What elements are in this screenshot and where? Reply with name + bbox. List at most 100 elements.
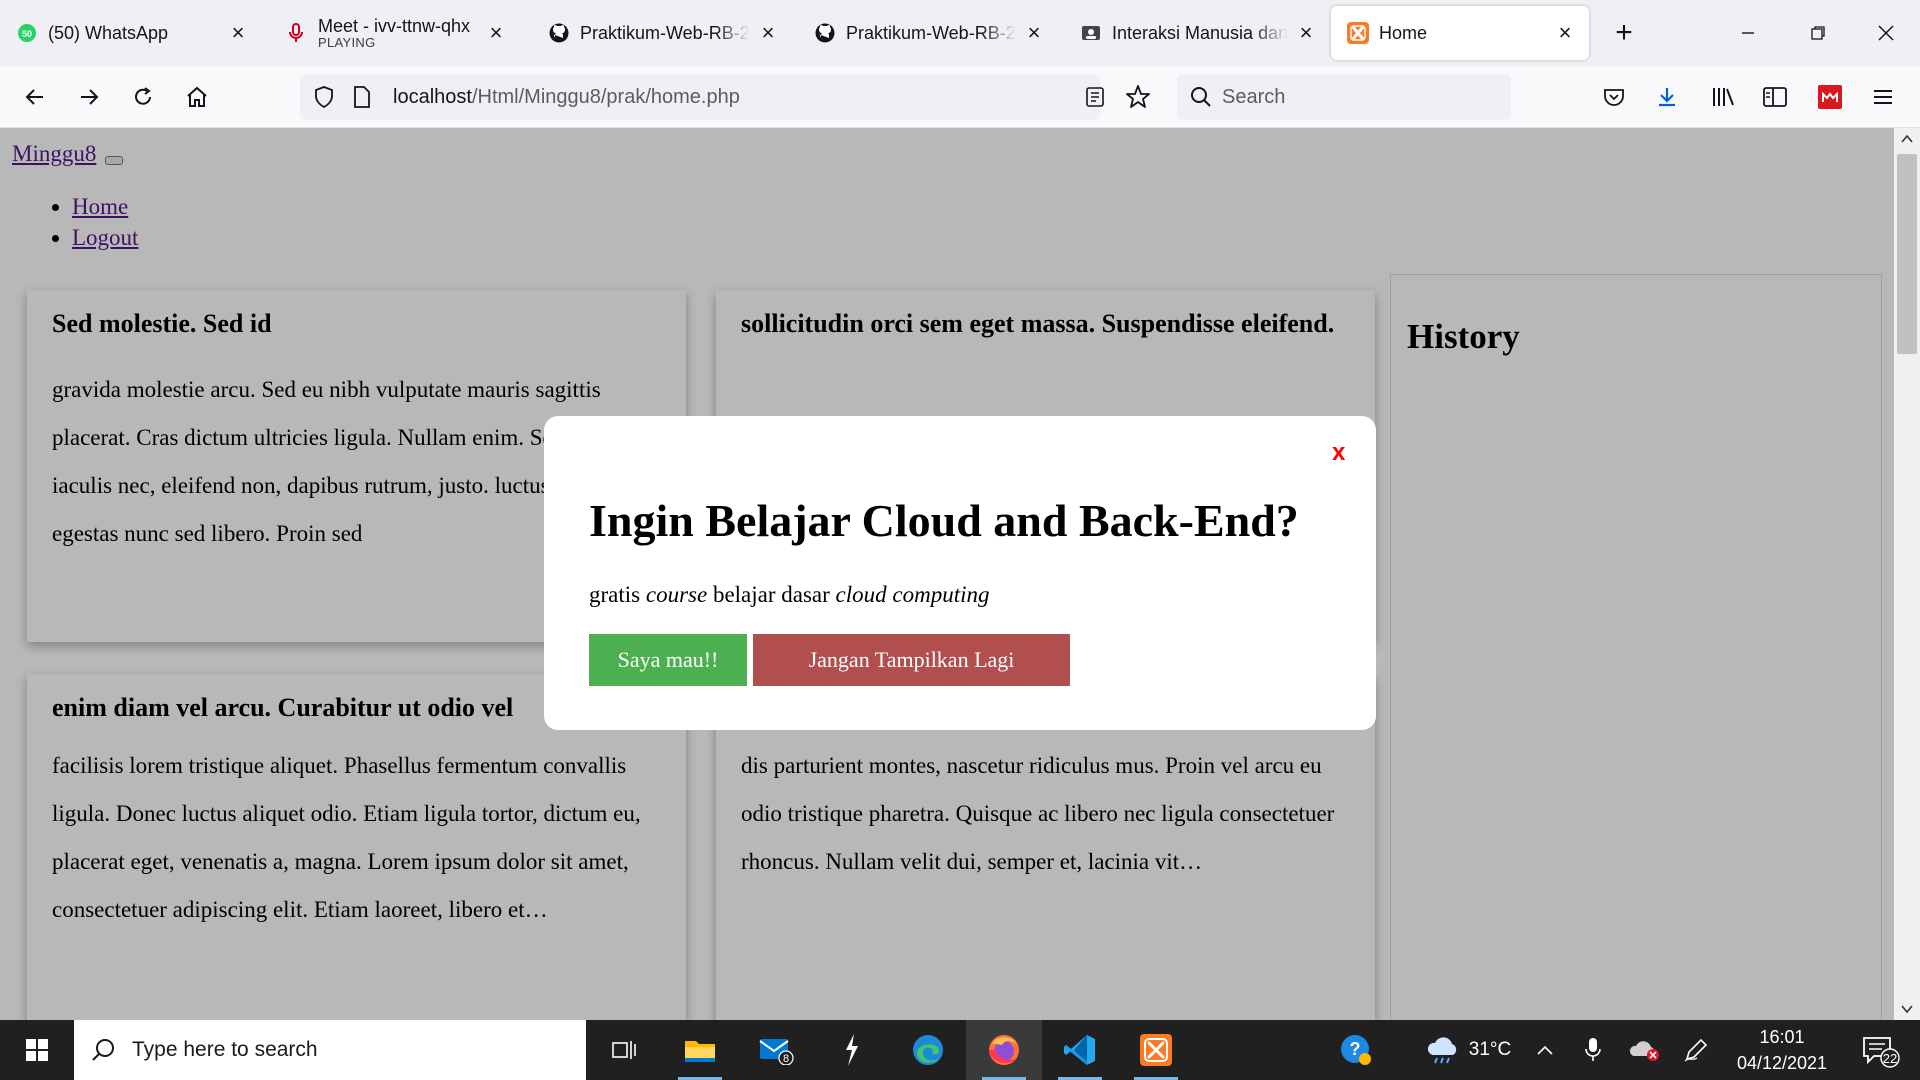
task-view-button[interactable] (586, 1020, 662, 1080)
close-icon[interactable]: × (226, 20, 250, 45)
tab-whatsapp[interactable]: 50 (50) WhatsApp × (0, 6, 262, 60)
task-view-icon (612, 1041, 636, 1059)
github-icon (814, 22, 836, 44)
close-window-button[interactable] (1858, 0, 1914, 66)
weather-widget[interactable]: 31°C (1410, 1020, 1526, 1080)
mail-badge: 8 (783, 1053, 789, 1065)
page-scrollbar[interactable] (1894, 128, 1920, 1020)
chevron-down-icon (1901, 1005, 1913, 1014)
minimize-button[interactable] (1720, 0, 1776, 66)
menu-button[interactable] (1866, 80, 1900, 114)
tab-title: Home (1379, 23, 1428, 43)
scrollbar-thumb[interactable] (1897, 154, 1917, 354)
classroom-icon (1080, 22, 1102, 44)
new-tab-button[interactable]: + (1596, 0, 1652, 66)
reader-view-icon[interactable] (1084, 86, 1106, 113)
vscode-button[interactable] (1042, 1020, 1118, 1080)
tab-title: Praktikum-Web-RB-2021 (846, 23, 1016, 43)
start-button[interactable] (0, 1020, 74, 1080)
sidebar-button[interactable] (1758, 80, 1792, 114)
app-launcher-button[interactable] (814, 1020, 890, 1080)
clock[interactable]: 16:01 04/12/2021 (1726, 1020, 1838, 1080)
shield-icon[interactable] (312, 85, 336, 114)
tab-title: Praktikum-Web-RB-2021 (580, 23, 750, 43)
notification-count: 22 (1883, 1051, 1897, 1066)
close-icon[interactable]: × (756, 20, 780, 45)
show-hidden-icons-button[interactable] (1530, 1020, 1560, 1080)
file-explorer-button[interactable] (662, 1020, 738, 1080)
sidebar-icon (1763, 87, 1787, 107)
tab-title: (50) WhatsApp (48, 23, 169, 43)
firefox-button[interactable] (966, 1020, 1042, 1080)
back-button[interactable] (18, 80, 52, 114)
onedrive-tray-button[interactable] (1626, 1020, 1662, 1080)
page-icon[interactable] (352, 85, 372, 114)
url-text[interactable]: localhost/Html/Minggu8/prak/home.php (393, 86, 740, 109)
whatsapp-badge: 50 (22, 29, 32, 39)
folder-icon (685, 1041, 715, 1062)
restore-button[interactable] (1790, 0, 1846, 66)
mendeley-extension-button[interactable] (1813, 80, 1847, 114)
chevron-up-icon (1537, 1045, 1553, 1055)
notification-center-button[interactable]: 22 (1850, 1020, 1910, 1080)
search-icon (92, 1039, 114, 1061)
modal-title: Ingin Belajar Cloud and Back-End? (589, 495, 1299, 546)
promo-modal: x Ingin Belajar Cloud and Back-End? grat… (544, 416, 1376, 730)
arrow-right-icon (81, 89, 99, 105)
pen-icon (1684, 1038, 1708, 1062)
pen-tray-button[interactable] (1678, 1020, 1714, 1080)
library-button[interactable] (1706, 80, 1740, 114)
forward-button[interactable] (72, 80, 106, 114)
download-icon (1659, 88, 1675, 107)
close-icon[interactable]: × (1022, 20, 1046, 45)
star-bookmark-icon[interactable] (1125, 84, 1151, 115)
microphone-tray-button[interactable] (1576, 1020, 1610, 1080)
clock-time: 16:01 (1759, 1027, 1805, 1047)
windows-taskbar: Type here to search 8 ? 31°C 16:01 04/12… (0, 1020, 1920, 1080)
whatsapp-icon: 50 (16, 22, 38, 44)
tab-meet[interactable]: Meet - ivv-ttnw-qhx PLAYING × (270, 6, 520, 60)
rain-cloud-icon (1427, 1037, 1456, 1064)
tab-home[interactable]: Home × (1331, 6, 1589, 60)
library-icon (1713, 88, 1734, 106)
close-icon[interactable]: × (484, 20, 508, 45)
downloads-button[interactable] (1650, 80, 1684, 114)
weather-temperature: 31°C (1468, 1039, 1512, 1060)
firefox-icon (989, 1035, 1019, 1065)
dont-show-again-button[interactable]: Jangan Tampilkan Lagi (753, 634, 1070, 686)
windows-logo-icon (26, 1039, 48, 1061)
modal-close-button[interactable]: x (1332, 439, 1345, 467)
hamburger-menu-icon (1874, 90, 1892, 104)
address-bar[interactable]: localhost/Html/Minggu8/prak/home.php (300, 74, 1150, 120)
close-icon[interactable]: × (1294, 20, 1318, 45)
chevron-up-icon (1901, 134, 1913, 143)
pocket-button[interactable] (1597, 80, 1631, 114)
vscode-icon (1064, 1035, 1095, 1065)
taskbar-search-box[interactable]: Type here to search (74, 1020, 586, 1080)
tab-github-2[interactable]: Praktikum-Web-RB-2021 × (798, 6, 1058, 60)
url-path: /Html/Minggu8/prak/home.php (471, 86, 740, 108)
xampp-button[interactable] (1118, 1020, 1194, 1080)
home-icon (187, 86, 207, 107)
search-bar[interactable]: Search (1177, 74, 1511, 120)
svg-text:?: ? (1350, 1039, 1361, 1059)
pocket-icon (1604, 89, 1624, 106)
edge-button[interactable] (890, 1020, 966, 1080)
close-icon[interactable]: × (1553, 20, 1577, 45)
accept-button[interactable]: Saya mau!! (589, 634, 747, 686)
home-button[interactable] (180, 80, 214, 114)
mail-button[interactable]: 8 (738, 1020, 814, 1080)
tab-imk[interactable]: Interaksi Manusia dan Komputer × (1064, 6, 1330, 60)
url-host: localhost (393, 86, 472, 108)
clock-date: 04/12/2021 (1736, 1053, 1828, 1073)
microphone-icon (286, 22, 308, 44)
tab-github-1[interactable]: Praktikum-Web-RB-2021 × (532, 6, 792, 60)
navigation-toolbar: localhost/Html/Minggu8/prak/home.php Sea… (0, 66, 1920, 128)
taskbar-search-placeholder: Type here to search (132, 1038, 318, 1061)
search-placeholder: Search (1222, 86, 1286, 108)
reload-icon (135, 87, 151, 105)
arrow-left-icon (25, 89, 43, 105)
help-tray-button[interactable]: ? (1336, 1020, 1376, 1080)
reload-button[interactable] (126, 80, 160, 114)
tab-playing-label: PLAYING (318, 35, 376, 50)
